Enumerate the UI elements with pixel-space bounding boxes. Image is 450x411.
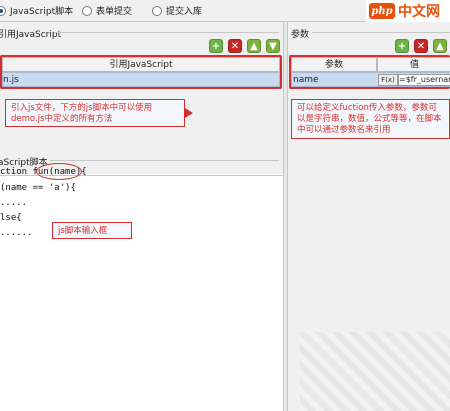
callout-editor: js脚本输入框 xyxy=(52,222,132,239)
code-line[interactable]: lse{ xyxy=(0,213,22,223)
move-up-param-icon[interactable]: ▲ xyxy=(433,39,447,53)
code-line[interactable]: (name == 'a'){ xyxy=(0,183,76,193)
params-group-title: 参数 xyxy=(291,30,310,40)
tab-form-submit-label: 表单提交 xyxy=(96,7,133,17)
delete-param-icon[interactable]: ✕ xyxy=(414,39,428,53)
blurred-region xyxy=(300,332,450,411)
formula-button[interactable]: F(x) xyxy=(378,74,398,86)
tab-javascript[interactable]: JavaScript脚本 xyxy=(0,4,73,17)
watermark-text: 中文网 xyxy=(398,4,440,20)
delete-icon[interactable]: ✕ xyxy=(228,39,242,53)
params-table: 参数 值 name F(x) =$fr_usernam xyxy=(289,55,450,89)
table-header: 引用JavaScript xyxy=(2,57,280,72)
callout-js-include: 引入js文件，下方的js脚本中可以使用demo.js中定义的所有方法 xyxy=(5,99,185,127)
table-row[interactable]: n.js xyxy=(2,72,280,87)
param-value-input[interactable]: =$fr_usernam xyxy=(398,74,450,86)
js-file-cell[interactable]: n.js xyxy=(3,75,19,85)
move-up-icon[interactable]: ▲ xyxy=(247,39,261,53)
table-row[interactable]: name F(x) =$fr_usernam xyxy=(291,72,450,87)
group-divider xyxy=(54,32,279,33)
js-editor[interactable]: ction fun(name){ (name == 'a'){ ..... ls… xyxy=(0,167,283,411)
tab-form-submit[interactable]: 表单提交 xyxy=(82,4,132,17)
tab-javascript-label: JavaScript脚本 xyxy=(10,7,74,17)
add-param-icon[interactable]: + xyxy=(395,39,409,53)
group-divider xyxy=(312,32,450,33)
js-reference-table: 引用JavaScript n.js xyxy=(0,55,282,89)
code-line[interactable]: ...... xyxy=(0,228,33,238)
add-icon[interactable]: + xyxy=(209,39,223,53)
group-divider xyxy=(50,160,279,161)
callout-arrow xyxy=(185,108,193,118)
tab-submit-db[interactable]: 提交入库 xyxy=(152,4,202,17)
radio-form-submit[interactable] xyxy=(82,5,92,16)
param-name-cell[interactable]: name xyxy=(293,73,319,87)
js-reference-group-title: 引用JavaScript xyxy=(0,30,62,40)
php-logo: php xyxy=(369,3,395,19)
code-line[interactable]: ..... xyxy=(0,198,27,208)
move-down-icon[interactable]: ▼ xyxy=(266,39,280,53)
value-column-header: 值 xyxy=(377,57,450,72)
radio-submit-db[interactable] xyxy=(152,5,162,16)
watermark: php 中文网 xyxy=(366,0,450,22)
tab-submit-db-label: 提交入库 xyxy=(166,7,203,17)
panel-splitter[interactable] xyxy=(283,22,288,411)
callout-params: 可以给定义fuction传入参数，参数可以是字符串，数值，公式等等，在脚本中可以… xyxy=(291,99,450,139)
param-column-header: 参数 xyxy=(291,57,377,72)
highlight-oval xyxy=(36,163,82,180)
radio-javascript[interactable] xyxy=(0,5,6,16)
